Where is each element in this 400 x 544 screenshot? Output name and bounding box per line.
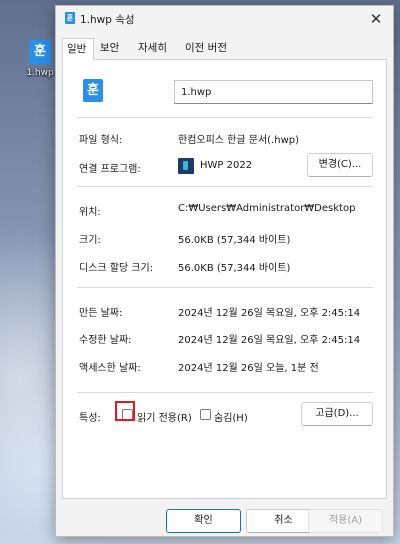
size-label: 크기: [79, 235, 101, 246]
ok-button[interactable]: 확인 [166, 509, 241, 533]
hidden-checkbox[interactable] [200, 409, 211, 420]
properties-dialog: 훈 1.hwp 속성 ✕ 일반 보안 자세히 이전 버전 훈 파일 형식: 한컴… [55, 5, 394, 537]
close-button[interactable]: ✕ [365, 9, 387, 29]
open-with-value: HWP 2022 [200, 160, 253, 171]
modified-value: 2024년 12월 26일 목요일, 오후 2:45:14 [178, 335, 361, 346]
change-button[interactable]: 변경(C)... [307, 153, 373, 177]
general-panel: 훈 파일 형식: 한컴오피스 한글 문서(.hwp) 연결 프로그램: HWP … [62, 59, 387, 499]
location-label: 위치: [79, 207, 101, 218]
readonly-checkbox-highlight [115, 401, 135, 421]
separator [77, 392, 373, 393]
file-name-input[interactable] [174, 80, 373, 104]
advanced-button[interactable]: 고급(D)... [301, 402, 373, 426]
attributes-label: 특성: [79, 413, 101, 424]
dialog-title: 1.hwp 속성 [80, 14, 135, 26]
open-with-label: 연결 프로그램: [79, 164, 141, 175]
close-icon: ✕ [369, 10, 383, 28]
created-value: 2024년 12월 26일 목요일, 오후 2:45:14 [178, 308, 361, 319]
tab-general[interactable]: 일반 [62, 38, 94, 60]
size-on-disk-value: 56.0KB (57,344 바이트) [178, 263, 291, 274]
created-label: 만든 날짜: [79, 308, 123, 319]
accessed-label: 액세스한 날짜: [79, 363, 141, 374]
tab-previous-versions[interactable]: 이전 버전 [181, 38, 241, 58]
modified-label: 수정한 날짜: [79, 335, 132, 346]
location-value: C:₩Users₩Administrator₩Desktop [178, 203, 356, 214]
hwp-file-icon: 훈 [83, 79, 103, 102]
separator [77, 117, 373, 118]
hwp-file-icon: 훈 [29, 40, 51, 64]
accessed-value: 2024년 12월 26일 오늘, 1분 전 [178, 363, 319, 374]
readonly-label[interactable]: 읽기 전용(R) [137, 409, 192, 424]
apply-button[interactable]: 적용(A) [308, 509, 383, 533]
file-type-label: 파일 형식: [79, 135, 123, 146]
hwp-title-icon: 훈 [65, 12, 75, 24]
tab-details[interactable]: 자세히 [134, 38, 178, 58]
separator [77, 287, 373, 288]
title-bar: 훈 1.hwp 속성 ✕ [56, 6, 393, 32]
hwp-app-icon [178, 158, 194, 174]
size-value: 56.0KB (57,344 바이트) [178, 235, 291, 246]
file-type-value: 한컴오피스 한글 문서(.hwp) [178, 135, 300, 146]
hidden-label[interactable]: 숨김(H) [214, 409, 248, 424]
size-on-disk-label: 디스크 할당 크기: [79, 263, 154, 274]
tab-security[interactable]: 보안 [96, 38, 132, 58]
separator [77, 186, 373, 187]
